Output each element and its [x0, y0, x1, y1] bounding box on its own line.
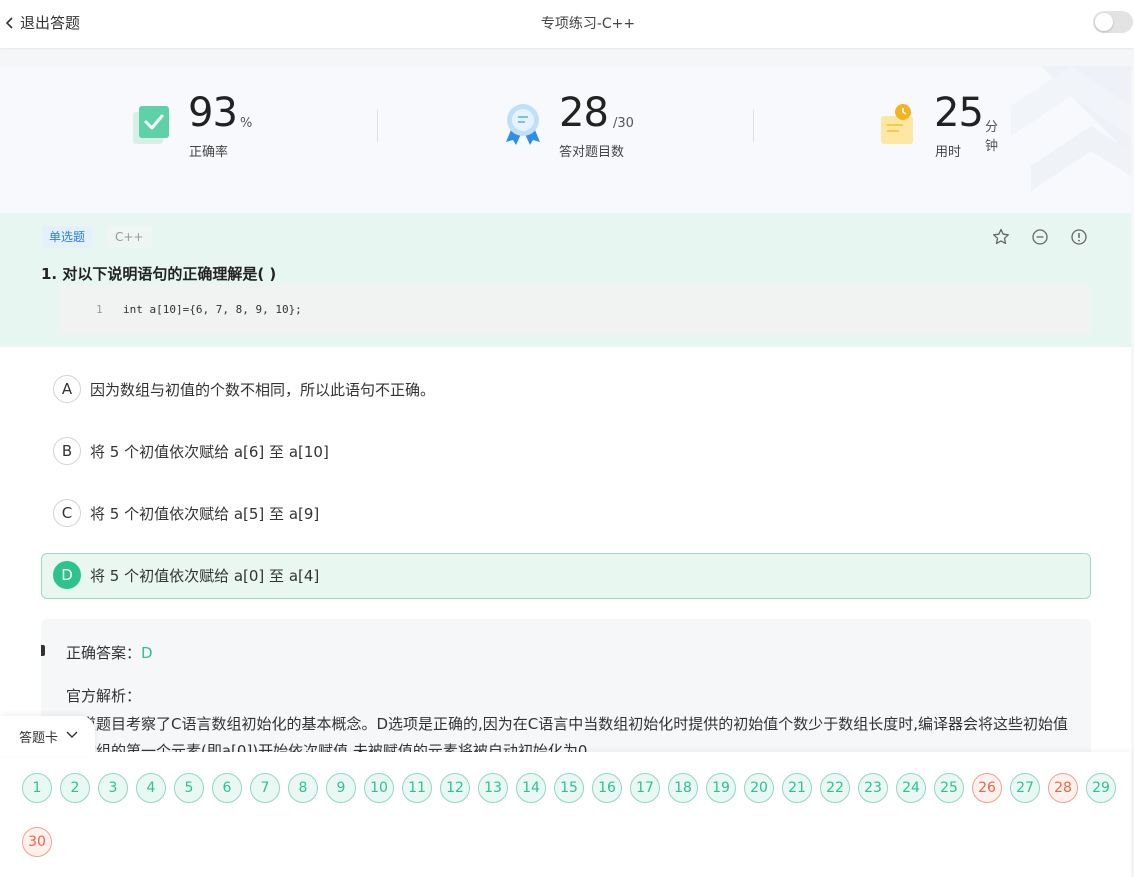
option-b[interactable]: B 将 5 个初值依次赋给 a[6] 至 a[10] [41, 429, 1091, 475]
question-number-15[interactable]: 15 [554, 773, 584, 803]
question-number-22[interactable]: 22 [820, 773, 850, 803]
question-number-19[interactable]: 19 [706, 773, 736, 803]
time-used-value: 25 [934, 90, 984, 136]
toggle-knob [1095, 13, 1113, 31]
option-letter: C [53, 499, 81, 527]
question-number-12[interactable]: 12 [440, 773, 470, 803]
analysis-title: 官方解析： [66, 687, 142, 705]
correct-count-caption: 答对题目数 [559, 145, 625, 160]
code-line: int a[10]={6, 7, 8, 9, 10}; [123, 303, 302, 316]
option-a[interactable]: A 因为数组与初值的个数不相同，所以此语句不正确。 [41, 367, 1091, 413]
question-text: 1. 对以下说明语句的正确理解是( ) [41, 265, 277, 283]
question-number-8[interactable]: 8 [288, 773, 318, 803]
option-letter: A [53, 375, 81, 403]
correct-answer-value: D [141, 644, 153, 662]
clock-folder-icon [881, 104, 913, 144]
question-number-2[interactable]: 2 [60, 773, 90, 803]
answer-card-panel: 1 2 3 4 5 6 7 8 9 10 11 12 13 14 15 16 17 18 19 20 21 22 23 24 2… [0, 752, 1131, 877]
question-number-23[interactable]: 23 [858, 773, 888, 803]
option-letter: D [53, 561, 81, 589]
question-number-5[interactable]: 5 [174, 773, 204, 803]
question-number-4[interactable]: 4 [136, 773, 166, 803]
question-number-28[interactable]: 28 [1048, 773, 1078, 803]
option-text: 因为数组与初值的个数不相同，所以此语句不正确。 [90, 381, 436, 399]
question-number-25[interactable]: 25 [934, 773, 964, 803]
option-letter: B [53, 437, 81, 465]
accuracy-caption: 正确率 [189, 145, 229, 160]
option-text: 将 5 个初值依次赋给 a[6] 至 a[10] [90, 443, 329, 461]
question-number-7[interactable]: 7 [250, 773, 280, 803]
answer-analysis-panel: 正确答案：D 官方解析： 这道题目考察了C语言数组初始化的基本概念。D选项是正确… [41, 619, 1091, 769]
question-panel: 单选题 C++ 1. 对以下说明语句的正确理解是( ) 1 int a[10]=… [0, 213, 1131, 347]
star-icon[interactable] [992, 228, 1010, 246]
minus-circle-icon[interactable] [1031, 228, 1049, 246]
page-title: 专项练习-C++ [540, 16, 636, 32]
question-type-tag: 单选题 [42, 226, 93, 248]
question-number-grid: 1 2 3 4 5 6 7 8 9 10 11 12 13 14 15 16 17 18 19 20 21 22 23 24 2… [22, 773, 1122, 857]
question-number-14[interactable]: 14 [516, 773, 546, 803]
time-used-unit: 分钟 [985, 120, 999, 154]
option-text: 将 5 个初值依次赋给 a[0] 至 a[4] [90, 567, 320, 585]
code-block: 1 int a[10]={6, 7, 8, 9, 10}; [59, 285, 1091, 334]
question-number-26[interactable]: 26 [972, 773, 1002, 803]
correct-count-value: 28 [559, 90, 609, 136]
question-number-13[interactable]: 13 [478, 773, 508, 803]
option-c[interactable]: C 将 5 个初值依次赋给 a[5] 至 a[9] [41, 491, 1091, 537]
option-text: 将 5 个初值依次赋给 a[5] 至 a[9] [90, 505, 320, 523]
question-number-17[interactable]: 17 [630, 773, 660, 803]
question-number-6[interactable]: 6 [212, 773, 242, 803]
award-icon [506, 104, 540, 145]
language-tag: C++ [107, 226, 152, 248]
question-number-18[interactable]: 18 [668, 773, 698, 803]
section-marker [41, 645, 45, 656]
answer-card-label: 答题卡 [19, 731, 59, 746]
question-number-9[interactable]: 9 [326, 773, 356, 803]
top-bar: 退出答题 专项练习-C++ [0, 0, 1134, 48]
question-actions [992, 228, 1088, 246]
question-number-29[interactable]: 29 [1086, 773, 1116, 803]
question-number-20[interactable]: 20 [744, 773, 774, 803]
stat-divider [753, 110, 754, 142]
decorative-arrows [1011, 66, 1131, 191]
report-icon[interactable] [1070, 228, 1088, 246]
question-number-21[interactable]: 21 [782, 773, 812, 803]
accuracy-unit: % [240, 116, 253, 131]
option-d[interactable]: D 将 5 个初值依次赋给 a[0] 至 a[4] [41, 553, 1091, 599]
correct-answer-line: 正确答案：D [66, 642, 153, 663]
question-number-30[interactable]: 30 [22, 827, 52, 857]
stat-divider [377, 110, 378, 142]
mode-toggle[interactable] [1093, 11, 1133, 33]
code-line-number: 1 [96, 303, 103, 316]
question-number-16[interactable]: 16 [592, 773, 622, 803]
question-number-3[interactable]: 3 [98, 773, 128, 803]
question-number-11[interactable]: 11 [402, 773, 432, 803]
question-number-27[interactable]: 27 [1010, 773, 1040, 803]
result-stats-panel: 93 % 正确率 28 /30 答对题目数 25 分钟 用时 [0, 66, 1131, 213]
correct-count-unit: /30 [613, 116, 634, 131]
answer-card-toggle[interactable]: 答题卡 [0, 716, 95, 756]
correct-answer-label: 正确答案： [66, 644, 142, 662]
checklist-icon [133, 106, 169, 144]
question-number-10[interactable]: 10 [364, 773, 394, 803]
question-number-1[interactable]: 1 [22, 773, 52, 803]
chevron-down-icon [66, 731, 78, 738]
accuracy-value: 93 [188, 90, 238, 136]
time-used-caption: 用时 [935, 145, 962, 160]
question-number-24[interactable]: 24 [896, 773, 926, 803]
